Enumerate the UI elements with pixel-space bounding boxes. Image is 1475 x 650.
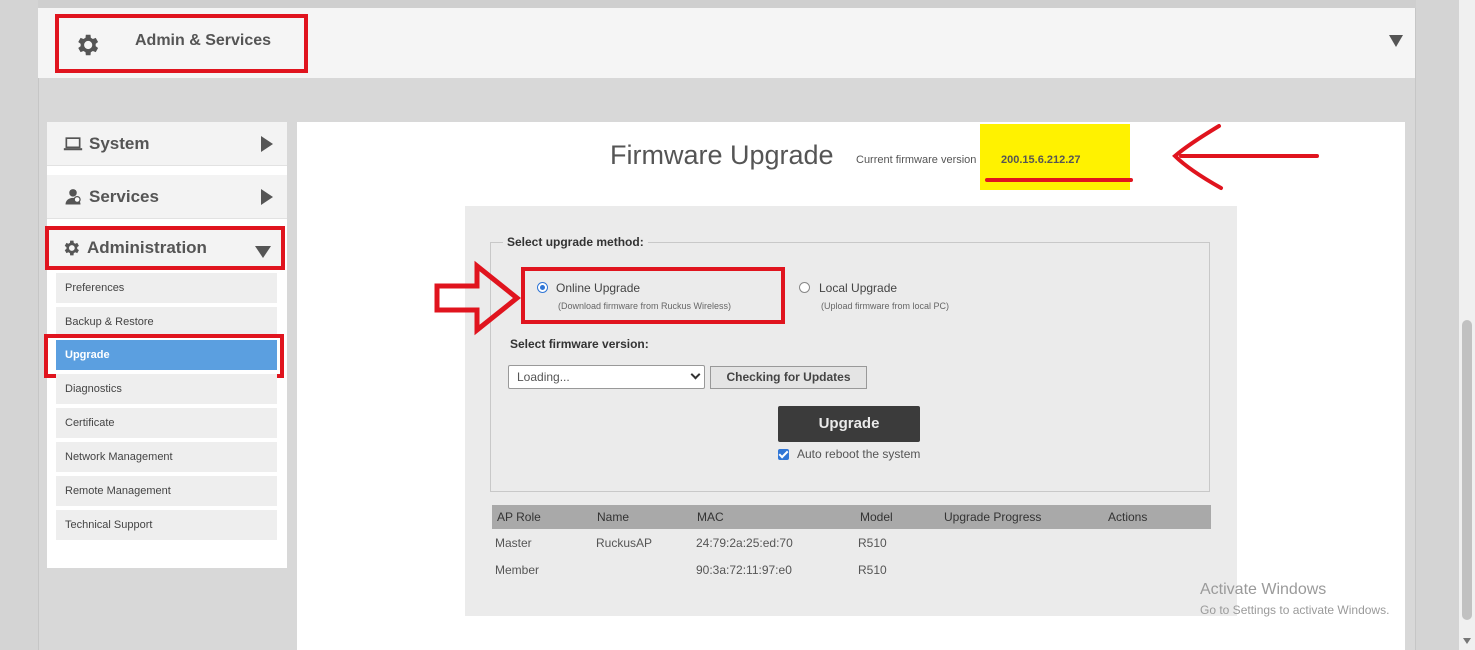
annotation-arrow-left-icon <box>1172 124 1319 190</box>
table-cell: Master <box>495 536 532 550</box>
sidebar-subitem-diagnostics[interactable]: Diagnostics <box>56 374 277 404</box>
laptop-icon <box>63 137 83 151</box>
top-strip <box>38 0 1416 8</box>
header-annotation-frame: Admin & Services <box>55 14 308 73</box>
collapse-caret-icon[interactable] <box>1389 35 1403 47</box>
sidebar-subitem-technical-support[interactable]: Technical Support <box>56 510 277 540</box>
sidebar-item-services[interactable]: Services <box>47 175 287 219</box>
section-header[interactable]: Admin & Services <box>38 8 1415 78</box>
online-upgrade-description: (Download firmware from Ruckus Wireless) <box>558 301 732 311</box>
firmware-version-select[interactable]: Loading... <box>508 365 705 389</box>
current-version-label: Current firmware version <box>856 154 977 166</box>
table-cell: 24:79:2a:25:ed:70 <box>696 536 793 550</box>
column-header-actions: Actions <box>1108 510 1148 524</box>
online-upgrade-radio[interactable] <box>537 282 548 293</box>
gear-icon <box>78 34 99 56</box>
page-title: Firmware Upgrade <box>610 140 834 170</box>
sidebar-item-label: Services <box>89 187 159 206</box>
table-cell: 90:3a:72:11:97:e0 <box>696 563 792 577</box>
upgrade-method-legend: Select upgrade method: <box>503 235 648 249</box>
local-upgrade-radio[interactable] <box>799 282 810 293</box>
table-cell: RuckusAP <box>596 536 653 550</box>
chevron-down-icon <box>255 246 271 258</box>
upgrade-button[interactable]: Upgrade <box>778 406 920 442</box>
scroll-down-arrow-icon[interactable] <box>1463 638 1471 644</box>
sidebar-item-administration[interactable]: Administration <box>45 226 285 270</box>
scrollbar-thumb[interactable] <box>1462 320 1472 620</box>
sidebar-subitem-remote-management[interactable]: Remote Management <box>56 476 277 506</box>
chevron-right-icon <box>261 136 273 152</box>
auto-reboot-label[interactable]: Auto reboot the system <box>797 447 920 461</box>
column-header-mac: MAC <box>697 510 724 524</box>
column-header-upgrade-progress: Upgrade Progress <box>944 510 1042 524</box>
sidebar: System Services Administration Preferenc… <box>44 122 287 568</box>
current-version-value: 200.15.6.212.27 <box>1001 154 1081 166</box>
gear-icon <box>64 240 79 256</box>
column-header-name: Name <box>597 510 630 524</box>
local-upgrade-label[interactable]: Local Upgrade <box>819 281 897 295</box>
table-header-row: AP Role Name MAC Model Upgrade Progress … <box>492 505 1211 529</box>
table-cell: Member <box>495 563 540 577</box>
online-upgrade-annotation-frame <box>521 267 785 324</box>
vertical-scrollbar[interactable] <box>1459 0 1475 650</box>
table-cell: R510 <box>858 563 887 577</box>
upgrade-annotation-frame <box>44 334 284 378</box>
annotation-arrow-right-icon <box>434 260 522 336</box>
local-upgrade-description: (Upload firmware from local PC) <box>821 301 950 311</box>
activate-windows-watermark: Activate Windows <box>1200 581 1327 598</box>
column-header-model: Model <box>860 510 893 524</box>
services-icon <box>65 189 81 205</box>
sidebar-subitem-network-management[interactable]: Network Management <box>56 442 277 472</box>
sidebar-item-label: Administration <box>87 238 207 257</box>
sidebar-subitem-certificate[interactable]: Certificate <box>56 408 277 438</box>
column-header-ap-role: AP Role <box>497 510 541 524</box>
upgrade-method-fieldset: Select upgrade method: Online Upgrade (D… <box>434 235 1210 492</box>
sidebar-item-system[interactable]: System <box>47 122 287 166</box>
firmware-version-select-value: Loading... <box>517 370 570 384</box>
sidebar-subitem-backup-restore[interactable]: Backup & Restore <box>56 307 277 337</box>
chevron-down-icon <box>690 369 701 380</box>
version-underline-annotation <box>985 178 1133 182</box>
table-cell: R510 <box>858 536 887 550</box>
activate-windows-hint: Go to Settings to activate Windows. <box>1200 603 1390 617</box>
auto-reboot-checkbox[interactable] <box>778 449 789 460</box>
main-content: Firmware Upgrade Current firmware versio… <box>297 122 1405 650</box>
check-for-updates-button[interactable]: Checking for Updates <box>710 366 867 389</box>
sidebar-subitem-preferences[interactable]: Preferences <box>56 273 277 303</box>
upgrade-panel: Select upgrade method: Online Upgrade (D… <box>434 206 1237 616</box>
firmware-version-label: Select firmware version: <box>510 337 649 351</box>
header-title: Admin & Services <box>135 32 272 49</box>
chevron-right-icon <box>261 189 273 205</box>
sidebar-item-label: System <box>89 134 150 153</box>
online-upgrade-label[interactable]: Online Upgrade <box>556 281 640 295</box>
